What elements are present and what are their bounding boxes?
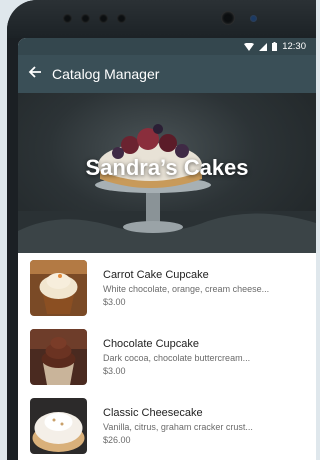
speaker-dot bbox=[63, 14, 72, 23]
speaker-dot bbox=[99, 14, 108, 23]
item-description: Vanilla, citrus, graham cracker crust... bbox=[103, 422, 253, 432]
item-price: $26.00 bbox=[103, 435, 131, 445]
item-name: Carrot Cake Cupcake bbox=[103, 269, 209, 281]
hero-title: Sandra’s Cakes bbox=[85, 155, 249, 180]
list-item[interactable]: Classic Cheesecake Vanilla, citrus, grah… bbox=[18, 391, 316, 460]
item-price: $3.00 bbox=[103, 297, 126, 307]
signal-icon bbox=[259, 42, 268, 51]
status-bar: 12:30 bbox=[18, 38, 316, 55]
item-name: Chocolate Cupcake bbox=[103, 338, 200, 350]
status-time: 12:30 bbox=[282, 41, 306, 52]
item-name: Classic Cheesecake bbox=[103, 407, 203, 419]
page-title: Catalog Manager bbox=[52, 66, 160, 82]
carrot-cupcake-thumbnail bbox=[30, 260, 87, 316]
app-bar: Catalog Manager bbox=[18, 55, 316, 93]
speaker-dot bbox=[117, 14, 126, 23]
list-item[interactable]: Chocolate Cupcake Dark cocoa, chocolate … bbox=[18, 322, 316, 391]
wifi-icon bbox=[244, 42, 255, 51]
cheesecake-thumbnail bbox=[30, 398, 87, 454]
camera-sensor bbox=[221, 11, 235, 25]
app-screen: 12:30 Catalog Manager Sandra’s Cakes Car… bbox=[18, 38, 316, 460]
proximity-sensor bbox=[250, 15, 257, 22]
battery-icon bbox=[272, 42, 278, 51]
list-item[interactable]: Carrot Cake Cupcake White chocolate, ora… bbox=[18, 253, 316, 322]
item-price: $3.00 bbox=[103, 366, 126, 376]
item-description: Dark cocoa, chocolate buttercream... bbox=[103, 353, 251, 363]
arrow-left-icon[interactable] bbox=[18, 65, 52, 84]
speaker-dot bbox=[81, 14, 90, 23]
chocolate-cupcake-thumbnail bbox=[30, 329, 87, 385]
item-description: White chocolate, orange, cream cheese... bbox=[103, 284, 270, 294]
phone-frame: 12:30 Catalog Manager Sandra’s Cakes Car… bbox=[7, 0, 316, 460]
catalog-list: Carrot Cake Cupcake White chocolate, ora… bbox=[18, 253, 316, 460]
phone-bezel bbox=[7, 0, 316, 38]
hero-banner: Sandra’s Cakes bbox=[18, 93, 316, 253]
